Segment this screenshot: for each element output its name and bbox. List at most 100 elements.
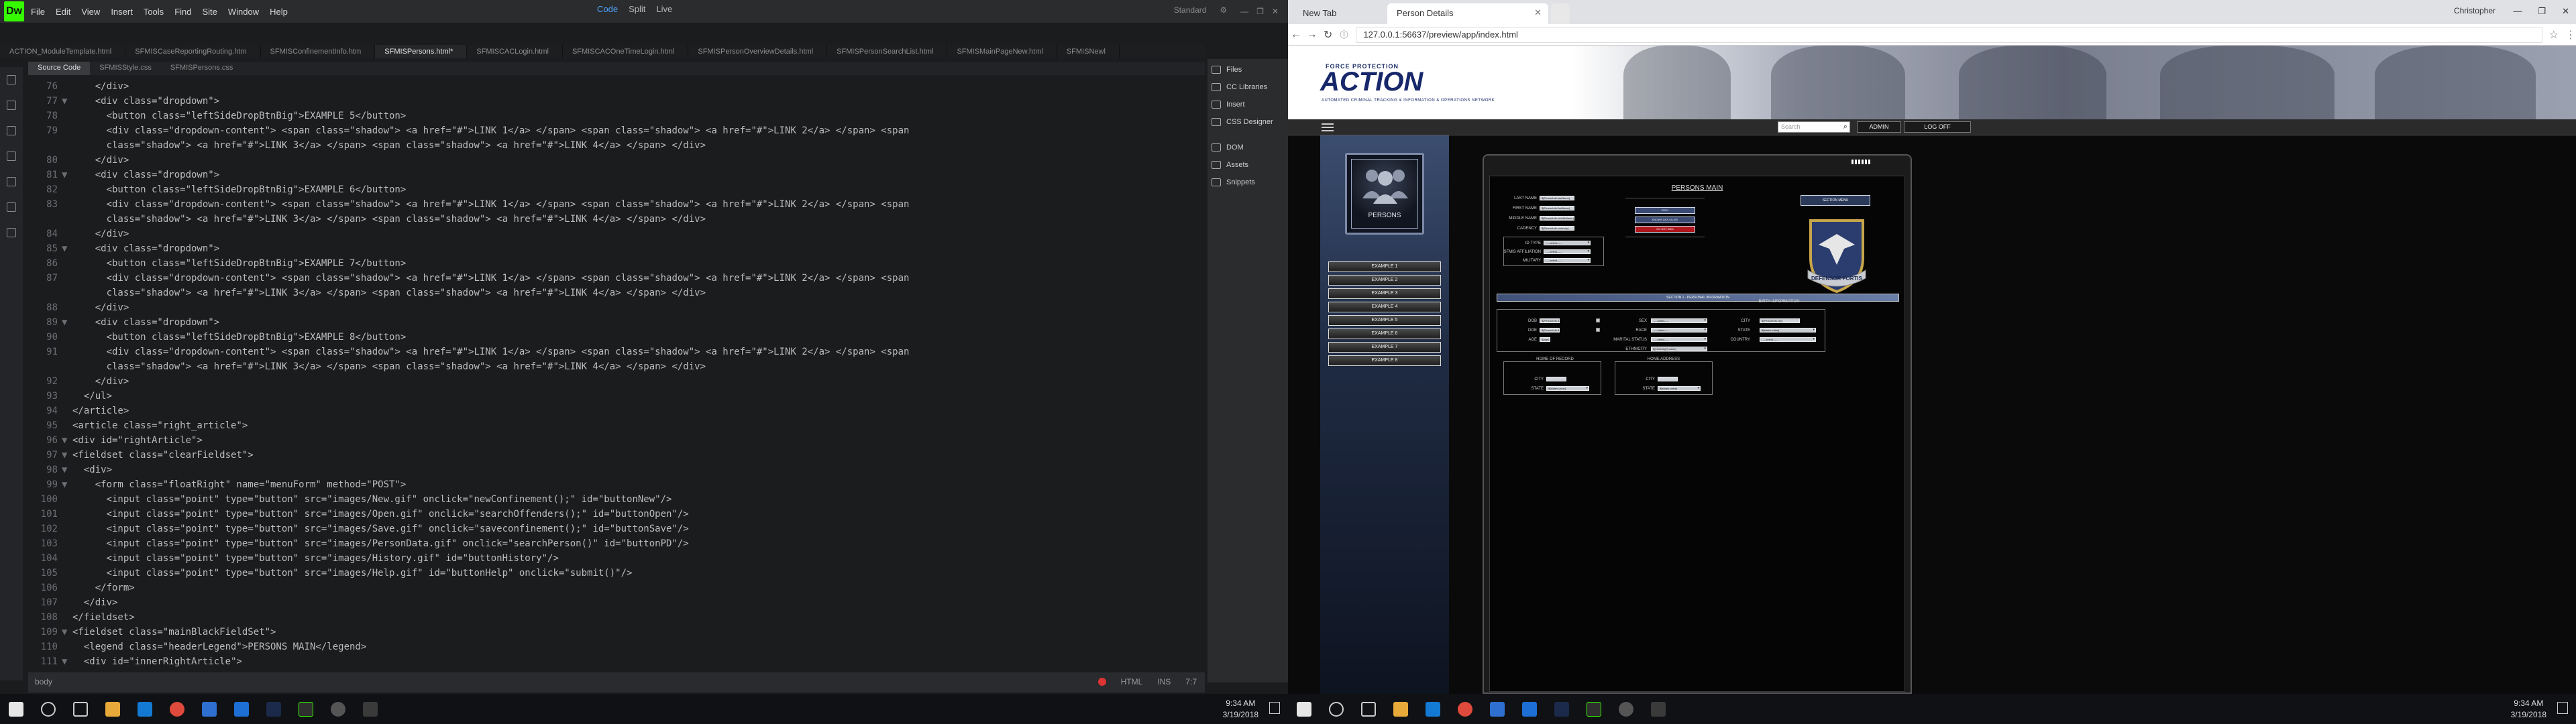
file-management-icon[interactable]	[7, 101, 16, 110]
view-live-button[interactable]: Live	[656, 4, 672, 14]
error-icon[interactable]	[1097, 678, 1106, 686]
panel-cc-libraries[interactable]: CC Libraries	[1212, 79, 1267, 95]
section-1-header[interactable]: SECTION 1 - PERSONAL INFORMATION	[1497, 294, 1899, 302]
sidebar-example-2-button[interactable]: EXAMPLE 2	[1328, 275, 1441, 286]
military-select[interactable]: -----select-----	[1544, 258, 1591, 263]
ha-state-select[interactable]: ${states.value}	[1658, 386, 1701, 391]
fold-toggle-icon[interactable]	[62, 389, 72, 404]
fold-toggle-icon[interactable]	[62, 610, 72, 625]
fold-toggle-icon[interactable]	[62, 79, 72, 94]
search-icon[interactable]	[41, 701, 56, 717]
fold-toggle-icon[interactable]	[62, 536, 72, 551]
fold-toggle-icon[interactable]	[62, 595, 72, 610]
last-name-field[interactable]: ${PersonInfo.lastName}	[1540, 196, 1574, 200]
sidebar-example-7-button[interactable]: EXAMPLE 7	[1328, 342, 1441, 353]
hamburger-menu-icon[interactable]	[1322, 123, 1334, 131]
related-file[interactable]: SFMISPersons.css	[161, 62, 243, 75]
code-line[interactable]: 105 <input class="point" type="button" s…	[28, 566, 1202, 581]
more-icon[interactable]	[7, 228, 16, 237]
code-line[interactable]: 109 ▼ <fieldset class="mainBlackFieldSet">	[28, 625, 1202, 640]
site-search-input[interactable]: Search ⌕	[1778, 121, 1850, 133]
open-document-icon[interactable]	[7, 75, 16, 84]
app-icon[interactable]	[1619, 701, 1633, 717]
view-code-button[interactable]: Code	[597, 4, 618, 14]
dreamweaver-icon[interactable]	[299, 701, 313, 717]
fold-toggle-icon[interactable]: ▼	[62, 654, 72, 669]
doc-tab[interactable]: SFMISConfinementInfo.htm	[261, 45, 376, 58]
edipi-button[interactable]: EDIPI	[1635, 207, 1695, 214]
country-select[interactable]: -----select-----	[1760, 337, 1816, 342]
race-select[interactable]: -----select-----	[1651, 328, 1707, 333]
menu-site[interactable]: Site	[202, 7, 217, 17]
fold-toggle-icon[interactable]	[62, 212, 72, 227]
code-line[interactable]: 93 </ul>	[28, 389, 1202, 404]
menu-help[interactable]: Help	[270, 7, 288, 17]
code-line[interactable]: 86 <button class="leftSideDropBtnBig">EX…	[28, 256, 1202, 271]
minimize-icon[interactable]: —	[2513, 6, 2522, 17]
comment-icon[interactable]	[7, 202, 16, 212]
fold-toggle-icon[interactable]	[62, 271, 72, 286]
back-icon[interactable]: ←	[1288, 29, 1304, 41]
code-line[interactable]: 104 <input class="point" type="button" s…	[28, 551, 1202, 566]
mail-icon[interactable]	[234, 701, 249, 717]
chrome-icon[interactable]	[1458, 701, 1472, 717]
hor-state-select[interactable]: ${states.value}	[1546, 386, 1589, 391]
collapse-icon[interactable]	[7, 152, 16, 161]
taskbar-clock[interactable]: 9:34 AM 3/19/2018	[1223, 698, 1258, 721]
menu-insert[interactable]: Insert	[111, 7, 133, 17]
mail-icon[interactable]	[1522, 701, 1537, 717]
code-line[interactable]: 87 <div class="dropdown-content"> <span …	[28, 271, 1202, 286]
doc-tab[interactable]: SFMISPersonSearchList.html	[827, 45, 948, 58]
marital-status-select[interactable]: -----select-----	[1651, 337, 1707, 342]
code-line[interactable]: class="shadow"> <a href="#">LINK 3</a> <…	[28, 286, 1202, 300]
fold-toggle-icon[interactable]	[62, 522, 72, 536]
windows-start-icon[interactable]	[9, 701, 23, 717]
bookmark-star-icon[interactable]: ☆	[2549, 28, 2559, 42]
code-line[interactable]: 106 </form>	[28, 581, 1202, 595]
task-view-icon[interactable]	[1361, 701, 1376, 717]
code-line[interactable]: 81 ▼ <div class="dropdown">	[28, 168, 1202, 182]
code-line[interactable]: 91 <div class="dropdown-content"> <span …	[28, 345, 1202, 359]
fold-toggle-icon[interactable]	[62, 492, 72, 507]
file-explorer-icon[interactable]	[105, 701, 120, 717]
admin-button[interactable]: ADMIN	[1857, 121, 1901, 133]
sidebar-example-1-button[interactable]: EXAMPLE 1	[1328, 261, 1441, 272]
first-name-field[interactable]: ${PersonInfo.firstName}	[1540, 206, 1574, 210]
birth-city-field[interactable]: ${PersonInfo.city}	[1760, 318, 1800, 323]
id-type-select[interactable]: -----select-----	[1544, 241, 1591, 245]
panel-dom[interactable]: DOM	[1212, 139, 1244, 156]
fold-toggle-icon[interactable]	[62, 345, 72, 359]
ha-city-field[interactable]	[1658, 377, 1678, 381]
menu-file[interactable]: File	[31, 7, 45, 17]
code-line[interactable]: 107 </div>	[28, 595, 1202, 610]
dob-field[interactable]: ${PersonInfo.dob}	[1540, 318, 1560, 323]
doc-tab[interactable]: SFMISCaseReportingRouting.htm	[125, 45, 261, 58]
code-line[interactable]: 97 ▼ <fieldset class="clearFieldset">	[28, 448, 1202, 463]
birth-state-select[interactable]: ${states.value}	[1760, 328, 1816, 333]
chrome-icon[interactable]	[170, 701, 184, 717]
fold-toggle-icon[interactable]	[62, 507, 72, 522]
app-icon[interactable]	[331, 701, 345, 717]
code-line[interactable]: 96 ▼ <div id="rightArticle">	[28, 433, 1202, 448]
view-split-button[interactable]: Split	[629, 4, 645, 14]
sidebar-example-8-button[interactable]: EXAMPLE 8	[1328, 355, 1441, 366]
fold-toggle-icon[interactable]: ▼	[62, 463, 72, 477]
panel-insert[interactable]: Insert	[1212, 97, 1245, 113]
fold-toggle-icon[interactable]	[62, 227, 72, 241]
code-line[interactable]: 110 <legend class="headerLegend">PERSONS…	[28, 640, 1202, 654]
dreamweaver-icon[interactable]	[1587, 701, 1601, 717]
panel-snippets[interactable]: Snippets	[1212, 174, 1255, 190]
fold-toggle-icon[interactable]: ▼	[62, 315, 72, 330]
menu-edit[interactable]: Edit	[56, 7, 70, 17]
edge-icon[interactable]	[1426, 701, 1440, 717]
code-line[interactable]: 83 <div class="dropdown-content"> <span …	[28, 197, 1202, 212]
notification-icon[interactable]	[1269, 702, 1280, 714]
hor-city-field[interactable]	[1546, 377, 1566, 381]
photoshop-icon[interactable]	[266, 701, 281, 717]
log-off-button[interactable]: LOG OFF	[1904, 121, 1971, 133]
code-line[interactable]: 98 ▼ <div>	[28, 463, 1202, 477]
doc-tab[interactable]: SFMISNewl	[1057, 45, 1120, 58]
fold-toggle-icon[interactable]: ▼	[62, 168, 72, 182]
notification-icon[interactable]	[2557, 702, 2568, 714]
sidebar-example-5-button[interactable]: EXAMPLE 5	[1328, 315, 1441, 326]
